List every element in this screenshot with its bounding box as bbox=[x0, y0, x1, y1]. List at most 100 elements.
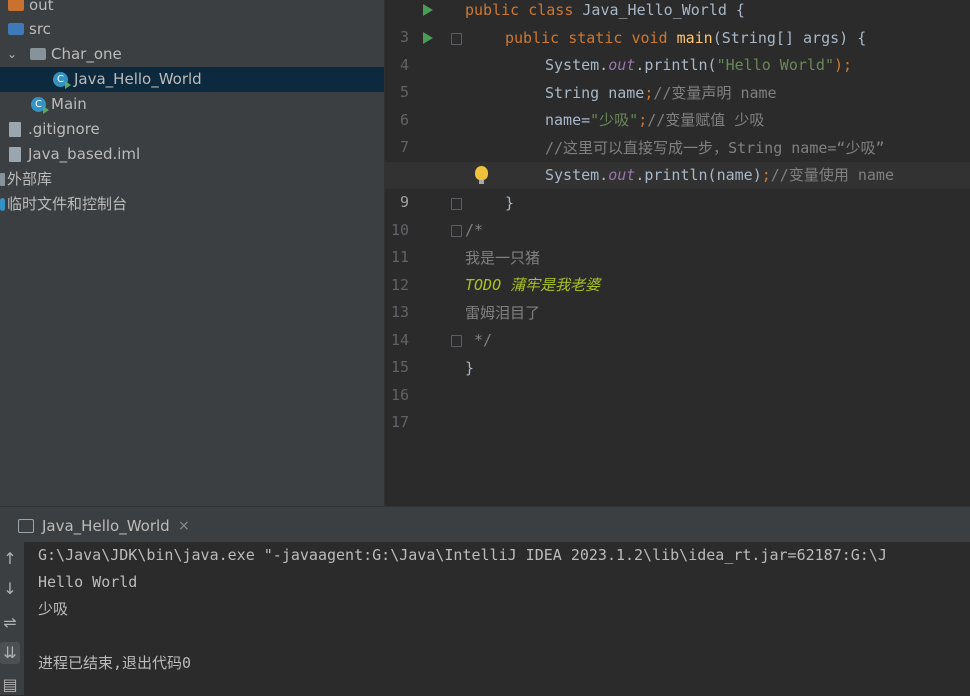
tree-item-char-one[interactable]: ⌄ Char_one bbox=[0, 42, 384, 67]
code-token: //变量赋值 少吸 bbox=[647, 111, 765, 129]
chevron-down-icon[interactable]: ⌄ bbox=[7, 42, 17, 67]
soft-wrap-icon[interactable]: ⇌ bbox=[0, 612, 20, 634]
tree-item-iml[interactable]: Java_based.iml bbox=[0, 142, 384, 167]
console-line: 少吸 bbox=[38, 600, 69, 618]
console-line: 进程已结束,退出代码0 bbox=[38, 654, 192, 672]
code-token: void bbox=[631, 29, 668, 47]
code-token: */ bbox=[465, 331, 493, 349]
close-icon[interactable]: × bbox=[178, 516, 190, 536]
code-token: String name bbox=[545, 84, 645, 102]
print-icon[interactable]: ▤ bbox=[0, 674, 20, 696]
tree-item-label: Java_based.iml bbox=[28, 145, 141, 163]
code-token: 雷姆泪目了 bbox=[465, 304, 541, 322]
tree-item-external-libraries[interactable]: 外部库 bbox=[0, 167, 384, 192]
java-class-icon: C bbox=[31, 97, 49, 114]
tree-item-label: Java_Hello_World bbox=[74, 70, 202, 88]
java-class-icon: C bbox=[53, 72, 71, 89]
console-icon bbox=[18, 519, 34, 533]
code-token: System. bbox=[545, 56, 609, 74]
line-number: 17 bbox=[390, 413, 409, 431]
code-token: static bbox=[568, 29, 623, 47]
run-gutter-icon[interactable] bbox=[423, 32, 433, 44]
code-token: .println( bbox=[635, 56, 717, 74]
code-token: "少吸" bbox=[590, 111, 639, 129]
code-token: //变量声明 name bbox=[653, 84, 777, 102]
fold-marker-icon[interactable] bbox=[451, 33, 462, 45]
code-token: System. bbox=[545, 166, 609, 184]
code-line[interactable]: 13 TODO 蒲牢是我老婆 bbox=[385, 272, 970, 321]
code-line[interactable]: 6 String name;//变量声明 name bbox=[385, 80, 970, 129]
code-token: //这里可以直接写成一步，String name=“少吸” bbox=[545, 139, 885, 157]
folder-blue-icon bbox=[8, 23, 24, 35]
tree-item-gitignore[interactable]: .gitignore bbox=[0, 117, 384, 142]
run-toolbar: ↑ ↓ ⇌ ⇊ ▤ bbox=[0, 542, 24, 695]
tree-item-scratches[interactable]: 临时文件和控制台 bbox=[0, 192, 384, 217]
code-token: 蒲牢是我老婆 bbox=[501, 276, 601, 294]
folder-orange-icon bbox=[8, 0, 24, 11]
down-arrow-icon[interactable]: ↓ bbox=[0, 578, 20, 600]
code-token: TODO bbox=[465, 276, 502, 294]
tree-item-out[interactable]: out bbox=[0, 0, 384, 18]
code-token: out bbox=[608, 56, 636, 74]
fold-marker-icon[interactable] bbox=[451, 225, 462, 237]
code-line[interactable]: 4 public static void main(String[] args)… bbox=[385, 25, 970, 74]
code-token: class bbox=[528, 1, 574, 19]
code-token: ); bbox=[834, 56, 853, 74]
code-token: (String[] args) { bbox=[712, 29, 867, 47]
code-token: } bbox=[465, 359, 475, 377]
code-token: public bbox=[505, 29, 560, 47]
code-token: ; bbox=[638, 111, 648, 129]
run-tab-label: Java_Hello_World bbox=[42, 517, 170, 535]
code-line[interactable]: 8 //这里可以直接写成一步，String name=“少吸” bbox=[385, 135, 970, 184]
code-token: public bbox=[465, 1, 520, 19]
tree-item-label: Char_one bbox=[51, 45, 122, 63]
tree-item-label: 外部库 bbox=[7, 170, 53, 188]
run-panel-header: Java_Hello_World × bbox=[0, 506, 970, 543]
code-token: } bbox=[505, 194, 515, 212]
code-token: out bbox=[608, 166, 636, 184]
code-line[interactable]: 14 雷姆泪目了 bbox=[385, 300, 970, 349]
code-line[interactable]: 17 bbox=[385, 382, 970, 431]
tree-item-label: out bbox=[29, 0, 54, 14]
code-token: Java_Hello_World { bbox=[573, 1, 745, 19]
run-gutter-icon[interactable] bbox=[423, 4, 433, 16]
tree-item-label: 临时文件和控制台 bbox=[7, 195, 128, 213]
code-line[interactable]: 10 } bbox=[385, 190, 970, 239]
code-token: //变量使用 name bbox=[770, 166, 894, 184]
project-tree-panel: out src ⌄ Char_one C Java_Hello_World C … bbox=[0, 0, 385, 506]
tree-item-java-hello-world[interactable]: C Java_Hello_World bbox=[0, 67, 384, 92]
up-arrow-icon[interactable]: ↑ bbox=[0, 548, 20, 570]
console-line: G:\Java\JDK\bin\java.exe "-javaagent:G:\… bbox=[38, 546, 887, 564]
folder-icon bbox=[30, 48, 46, 60]
code-token: "Hello World" bbox=[716, 56, 834, 74]
tree-item-main[interactable]: C Main bbox=[0, 92, 384, 117]
scratches-icon bbox=[0, 198, 5, 211]
iml-file-icon bbox=[9, 147, 21, 162]
code-line[interactable]: 11 /* bbox=[385, 217, 970, 266]
code-line[interactable]: 3 public class Java_Hello_World { bbox=[385, 0, 970, 46]
code-line-current[interactable]: 9 System.out.println(name);//变量使用 name bbox=[385, 162, 970, 211]
gitignore-file-icon bbox=[9, 122, 21, 137]
code-line[interactable]: 15 */ bbox=[385, 327, 970, 376]
code-line[interactable]: 5 System.out.println("Hello World"); bbox=[385, 52, 970, 101]
code-token: /* bbox=[465, 221, 484, 239]
console-line: Hello World bbox=[38, 573, 138, 591]
code-token: main bbox=[676, 29, 713, 47]
code-line[interactable]: 12 我是一只猪 bbox=[385, 245, 970, 294]
lightbulb-icon[interactable] bbox=[475, 166, 488, 184]
tree-item-label: .gitignore bbox=[28, 120, 100, 138]
console-output[interactable]: G:\Java\JDK\bin\java.exe "-javaagent:G:\… bbox=[24, 542, 970, 695]
code-line[interactable]: 16 } bbox=[385, 355, 970, 404]
fold-marker-icon[interactable] bbox=[451, 335, 462, 347]
tree-item-label: src bbox=[29, 20, 51, 38]
tree-item-src[interactable]: src bbox=[0, 17, 384, 42]
fold-marker-icon[interactable] bbox=[451, 198, 462, 210]
library-icon bbox=[0, 173, 5, 186]
scroll-to-end-icon[interactable]: ⇊ bbox=[0, 642, 20, 664]
code-line[interactable]: 7 name="少吸";//变量赋值 少吸 bbox=[385, 107, 970, 156]
code-token: name= bbox=[545, 111, 591, 129]
code-editor[interactable]: 3 public class Java_Hello_World { 4 publ… bbox=[385, 0, 970, 506]
